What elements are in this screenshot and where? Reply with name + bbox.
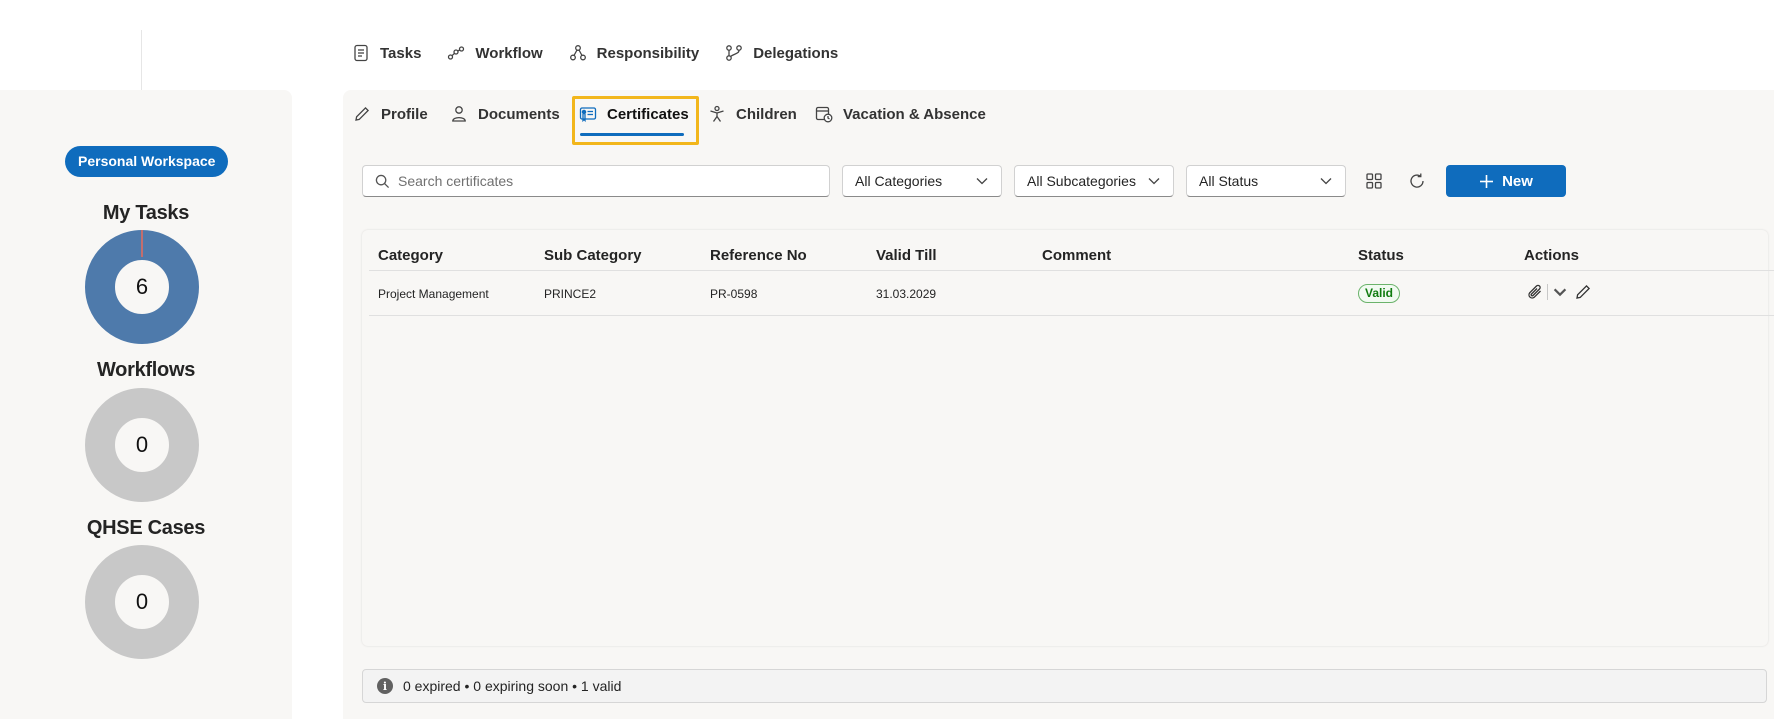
top-nav: Tasks Workflow Responsibility Delegation… — [352, 44, 864, 62]
tab-documents[interactable]: Documents — [450, 102, 560, 126]
tab-vacation-absence[interactable]: Vacation & Absence — [815, 102, 986, 126]
tasks-icon — [354, 44, 368, 62]
subcategory-value: All Subcategories — [1027, 173, 1136, 189]
nav-delegations[interactable]: Delegations — [725, 44, 838, 62]
pencil-icon — [355, 106, 370, 121]
cell-reference-no: PR-0598 — [710, 287, 758, 301]
status-badge: Valid — [1358, 284, 1401, 303]
summary-bar: i 0 expired • 0 expiring soon • 1 valid — [362, 669, 1767, 703]
pencil-icon — [1576, 284, 1591, 299]
search-input[interactable] — [398, 173, 818, 189]
split-divider — [1547, 284, 1548, 300]
responsibility-icon — [569, 45, 586, 61]
refresh-button[interactable] — [1404, 168, 1430, 194]
paperclip-icon — [1528, 284, 1541, 299]
search-box[interactable] — [362, 165, 830, 197]
kpi-title-workflows: Workflows — [96, 359, 196, 381]
column-header[interactable]: Valid Till — [876, 247, 937, 264]
summary-text: 0 expired • 0 expiring soon • 1 valid — [403, 678, 622, 694]
kpi-value-my-tasks: 6 — [135, 274, 149, 299]
chevron-down-icon[interactable] — [1551, 283, 1569, 301]
tab-label: Children — [736, 105, 797, 123]
delegations-icon — [726, 45, 743, 61]
column-header[interactable]: Category — [378, 247, 443, 264]
person-icon — [452, 106, 466, 122]
grid-icon — [1366, 173, 1382, 189]
chevron-down-icon — [1148, 178, 1160, 185]
column-header[interactable]: Reference No — [710, 247, 807, 264]
status-value: All Status — [1199, 173, 1259, 189]
grid-view-button[interactable] — [1361, 168, 1387, 194]
new-button[interactable]: New — [1446, 165, 1566, 197]
chevron-down-icon — [1320, 178, 1332, 185]
attachment-button[interactable] — [1526, 283, 1569, 301]
nav-responsibility[interactable]: Responsibility — [569, 44, 700, 62]
column-header[interactable]: Sub Category — [544, 247, 642, 264]
workspace-badge[interactable]: Personal Workspace — [65, 146, 229, 177]
kpi-title-my-tasks: My Tasks — [102, 202, 190, 224]
new-button-label: New — [1502, 172, 1533, 190]
child-icon — [710, 105, 724, 122]
column-header[interactable]: Comment — [1042, 247, 1111, 264]
edit-button[interactable] — [1574, 283, 1592, 301]
sidebar: Personal Workspace My Tasks 6 Workflows … — [0, 90, 292, 719]
status-dropdown[interactable]: All Status — [1186, 165, 1346, 197]
nav-tasks[interactable]: Tasks — [352, 44, 421, 62]
plus-icon — [1480, 174, 1494, 188]
column-header: Actions — [1524, 247, 1580, 264]
chevron-down-icon — [976, 178, 988, 185]
category-dropdown[interactable]: All Categories — [842, 165, 1002, 197]
search-icon — [375, 174, 390, 188]
selection-highlight — [572, 96, 699, 145]
kpi-value-qhse: 0 — [135, 589, 149, 614]
tab-selected-indicator — [580, 133, 684, 136]
row-divider — [369, 315, 1774, 316]
cell-sub-category: PRINCE2 — [544, 287, 597, 301]
calendar-clock-icon — [815, 106, 833, 123]
tab-label: Profile — [381, 105, 428, 123]
divider — [141, 30, 142, 90]
tab-children[interactable]: Children — [708, 102, 797, 126]
category-value: All Categories — [855, 173, 943, 189]
nav-label: Tasks — [380, 44, 422, 62]
kpi-value-workflows: 0 — [135, 432, 149, 457]
tab-label: Vacation & Absence — [843, 105, 986, 123]
nav-label: Workflow — [475, 44, 543, 62]
tab-label: Documents — [478, 105, 560, 123]
cell-valid-till: 31.03.2029 — [876, 287, 937, 301]
header-divider — [369, 270, 1774, 271]
nav-label: Delegations — [753, 44, 839, 62]
refresh-icon — [1410, 173, 1424, 188]
column-header[interactable]: Status — [1358, 247, 1404, 264]
subcategory-dropdown[interactable]: All Subcategories — [1014, 165, 1174, 197]
workflow-icon — [448, 46, 465, 60]
tab-profile[interactable]: Profile — [353, 102, 428, 126]
nav-workflow[interactable]: Workflow — [447, 44, 543, 62]
cell-category: Project Management — [378, 287, 489, 301]
info-icon: i — [377, 678, 393, 694]
kpi-title-qhse: QHSE Cases — [86, 517, 206, 539]
nav-label: Responsibility — [596, 44, 700, 62]
